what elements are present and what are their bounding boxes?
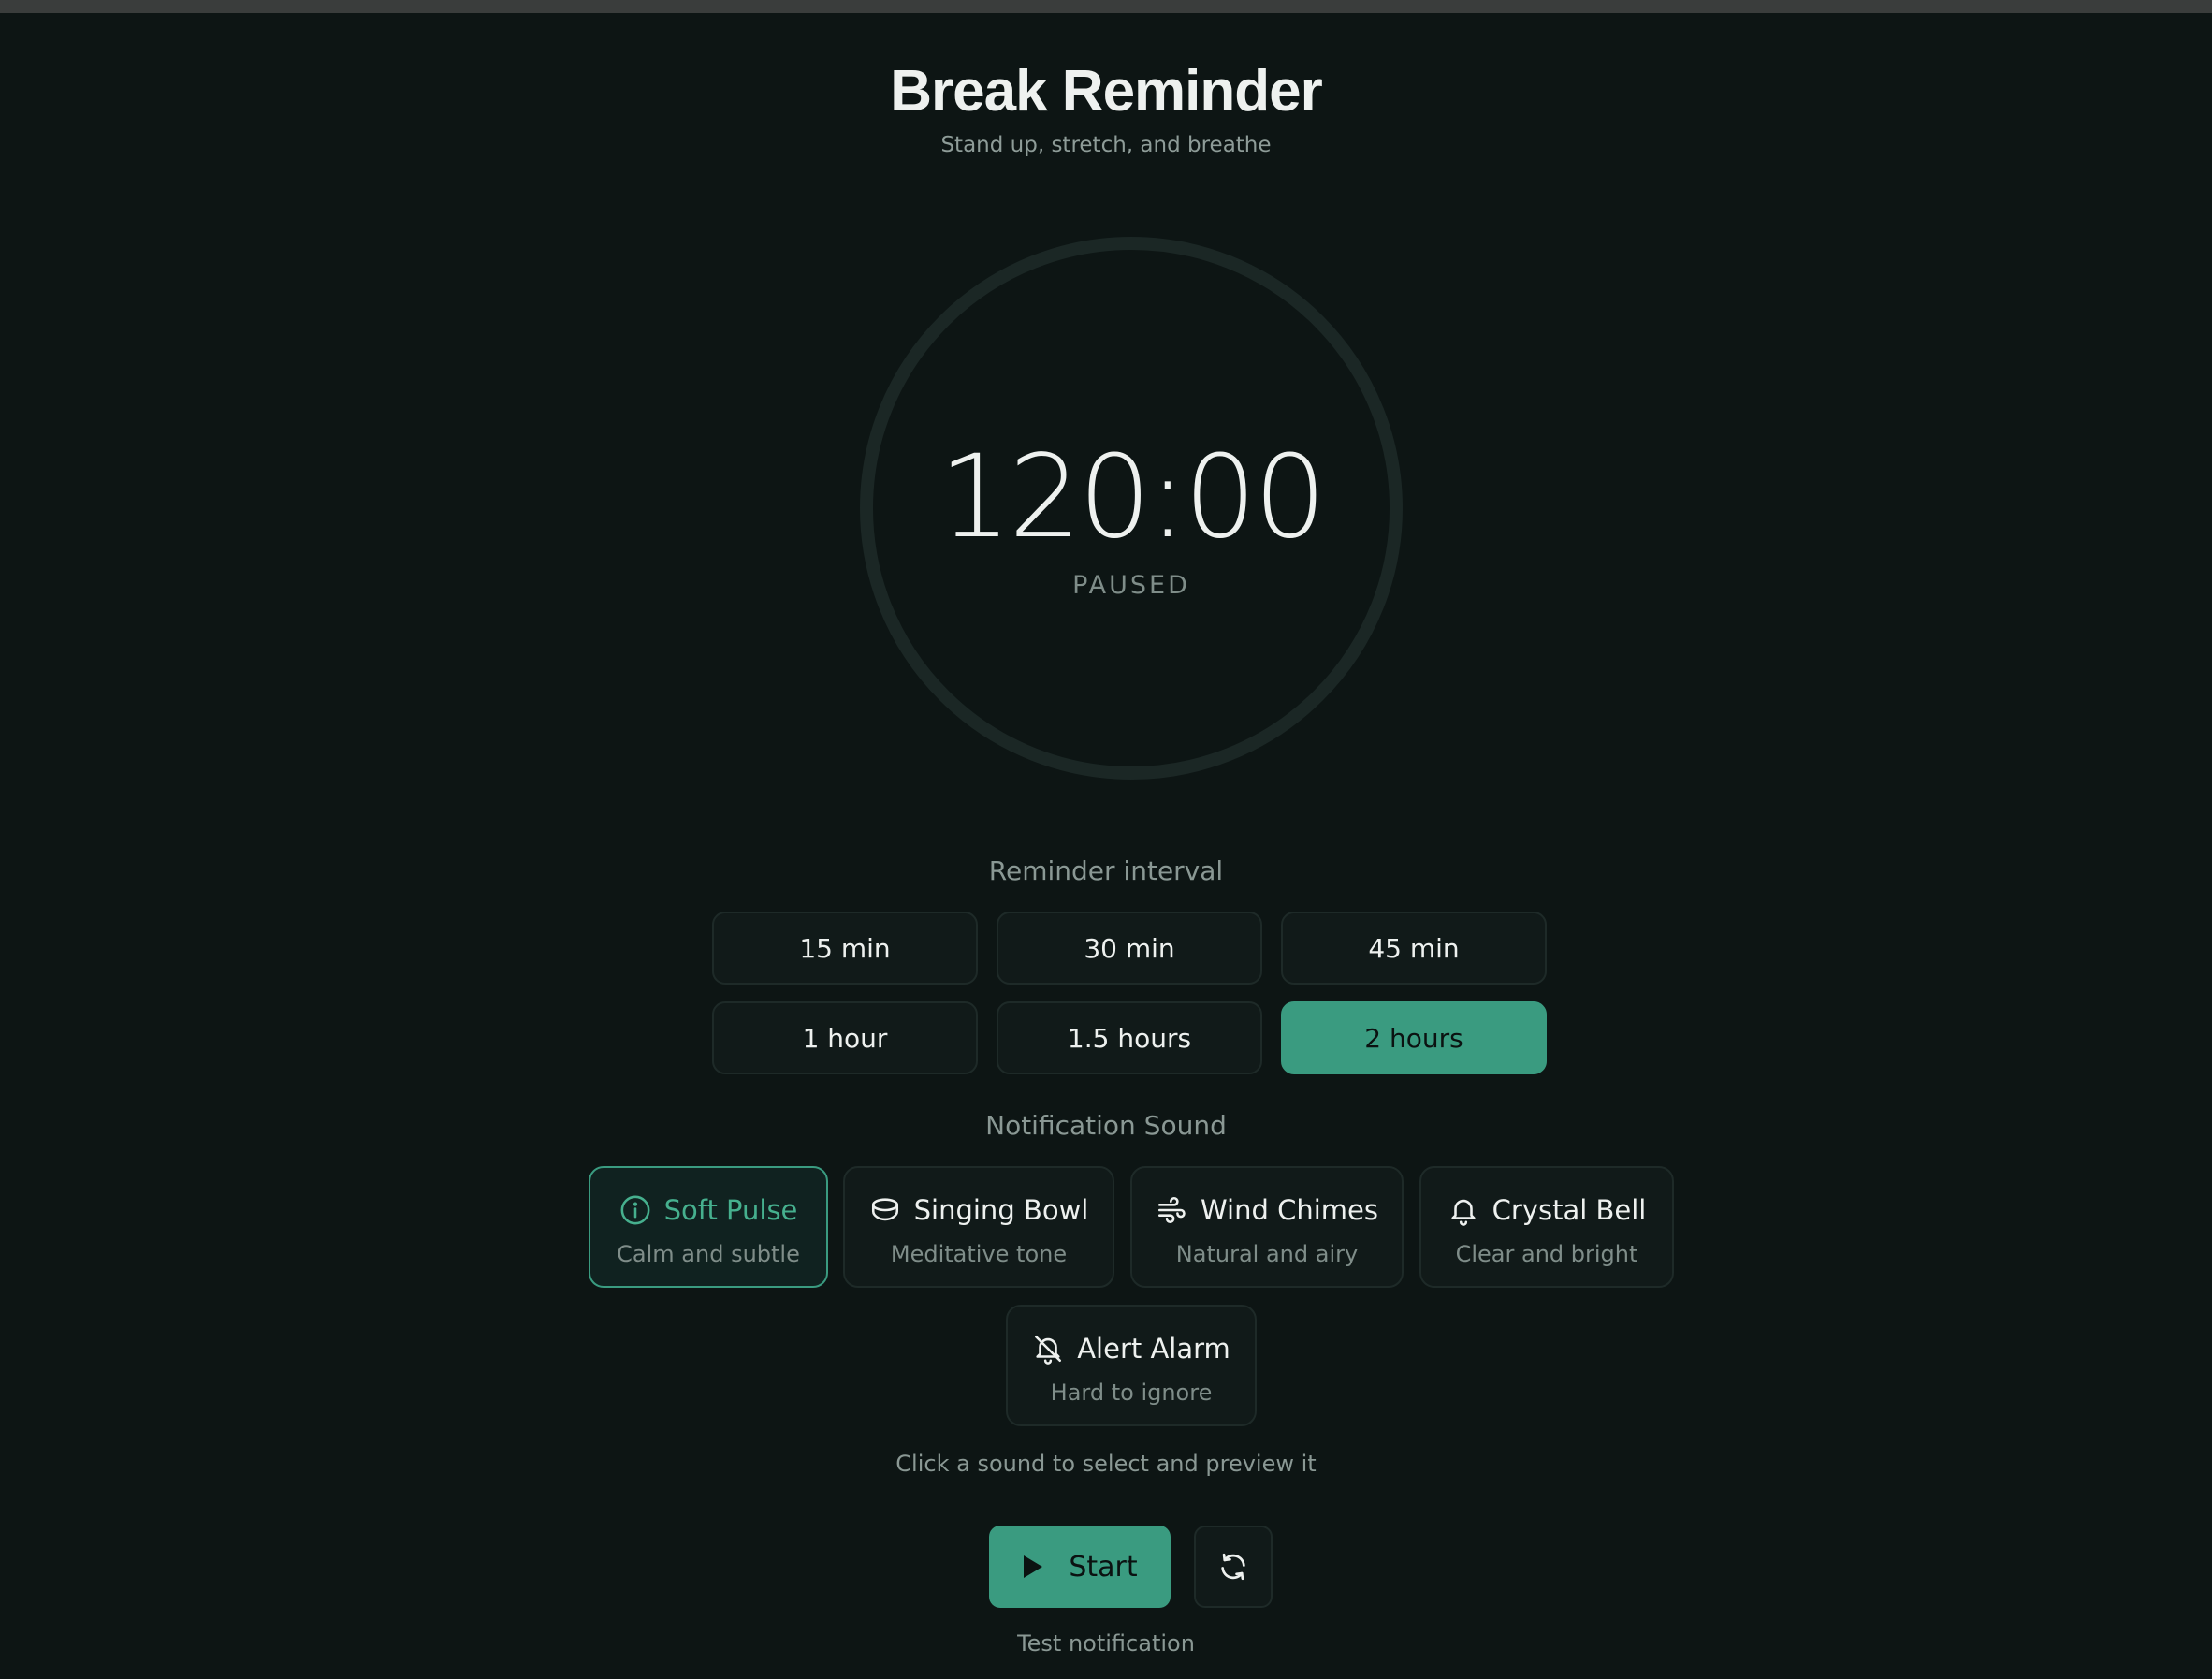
- sound-option-description: Clear and bright: [1455, 1241, 1638, 1267]
- bell-icon: [1451, 1199, 1476, 1226]
- timer-ring: 120:00 PAUSED: [859, 236, 1404, 781]
- refresh-icon: [1221, 1553, 1245, 1581]
- sound-option-description: Hard to ignore: [1050, 1380, 1213, 1406]
- sound-hint: Click a sound to select and preview it: [895, 1451, 1317, 1477]
- interval-45-min-button[interactable]: 45 min: [1281, 912, 1547, 985]
- sound-option-header: Singing Bowl: [845, 1194, 1113, 1226]
- sound-option-soft-pulse[interactable]: Soft Pulse Calm and subtle: [589, 1166, 828, 1288]
- sound-option-header: Crystal Bell: [1421, 1194, 1672, 1226]
- interval-1-hour-button[interactable]: 1 hour: [712, 1001, 978, 1074]
- info-circle-icon: [620, 1195, 650, 1225]
- timer-status: PAUSED: [1072, 571, 1190, 600]
- start-button[interactable]: Start: [989, 1526, 1171, 1608]
- sound-option-name: Crystal Bell: [1492, 1194, 1647, 1226]
- bell-off-icon: [1035, 1335, 1062, 1365]
- sound-option-name: Wind Chimes: [1201, 1194, 1378, 1226]
- sound-option-name: Alert Alarm: [1077, 1333, 1230, 1365]
- page-title: Break Reminder: [890, 59, 1323, 124]
- sound-option-name: Soft Pulse: [663, 1194, 798, 1226]
- sound-option-crystal-bell[interactable]: Crystal Bell Clear and bright: [1419, 1166, 1674, 1288]
- interval-2-hours-button[interactable]: 2 hours: [1281, 1001, 1547, 1074]
- page-subtitle: Stand up, stretch, and breathe: [940, 133, 1272, 157]
- bowl-icon: [871, 1198, 898, 1221]
- sound-option-alert-alarm[interactable]: Alert Alarm Hard to ignore: [1006, 1305, 1257, 1426]
- start-button-label: Start: [1069, 1550, 1138, 1584]
- play-icon: [1024, 1555, 1043, 1578]
- sound-option-header: Alert Alarm: [1008, 1333, 1255, 1365]
- reset-button[interactable]: [1194, 1526, 1273, 1608]
- sound-option-header: Soft Pulse: [590, 1194, 826, 1226]
- sound-option-wind-chimes[interactable]: Wind Chimes Natural and airy: [1130, 1166, 1404, 1288]
- break-reminder-app: Break Reminder Stand up, stretch, and br…: [0, 13, 2212, 1679]
- window-top-bar: [0, 0, 2212, 13]
- sound-option-header: Wind Chimes: [1132, 1194, 1402, 1226]
- sound-option-description: Meditative tone: [890, 1241, 1068, 1267]
- wind-icon: [1157, 1197, 1186, 1223]
- interval-label: Reminder interval: [988, 855, 1224, 886]
- interval-30-min-button[interactable]: 30 min: [997, 912, 1262, 985]
- sound-option-description: Natural and airy: [1175, 1241, 1359, 1267]
- timer-display: 120:00: [939, 431, 1326, 563]
- sound-option-name: Singing Bowl: [913, 1194, 1089, 1226]
- interval-15-min-button[interactable]: 15 min: [712, 912, 978, 985]
- sound-option-singing-bowl[interactable]: Singing Bowl Meditative tone: [843, 1166, 1114, 1288]
- interval-1-5-hours-button[interactable]: 1.5 hours: [997, 1001, 1262, 1074]
- sound-option-description: Calm and subtle: [617, 1241, 800, 1267]
- test-notification-link[interactable]: Test notification: [0, 1630, 2212, 1657]
- sound-label: Notification Sound: [985, 1110, 1227, 1141]
